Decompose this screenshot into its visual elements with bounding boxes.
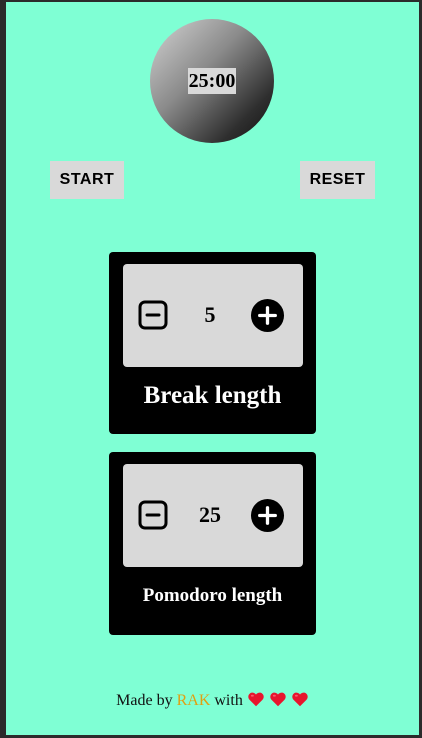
start-button[interactable]: START <box>50 161 124 199</box>
break-length-card: 5 Break length <box>109 252 316 434</box>
break-length-panel: 5 <box>123 264 303 367</box>
reset-button[interactable]: RESET <box>300 161 375 199</box>
pomodoro-length-label: Pomodoro length <box>142 585 283 606</box>
pomodoro-length-panel: 25 <box>123 464 303 567</box>
footer: Made by RAK with <box>6 690 419 712</box>
timer-circle: 25:00 <box>150 19 274 143</box>
app-container: 25:00 START RESET 5 Break length 25 Pomo… <box>6 2 419 735</box>
timer-display: 25:00 <box>187 68 237 94</box>
minus-square-icon[interactable] <box>138 500 168 530</box>
break-length-label: Break length <box>143 382 282 409</box>
heart-icon <box>270 692 286 707</box>
plus-circle-icon[interactable] <box>250 498 285 533</box>
pomodoro-length-value: 25 <box>199 502 221 527</box>
footer-suffix: with <box>210 692 243 709</box>
footer-prefix: Made by <box>116 692 177 709</box>
break-length-value: 5 <box>204 302 216 327</box>
heart-icon <box>248 692 264 707</box>
pomodoro-length-card: 25 Pomodoro length <box>109 452 316 635</box>
plus-circle-icon[interactable] <box>250 298 285 333</box>
heart-icon <box>292 692 308 707</box>
minus-square-icon[interactable] <box>138 300 168 330</box>
footer-author: RAK <box>176 692 211 709</box>
